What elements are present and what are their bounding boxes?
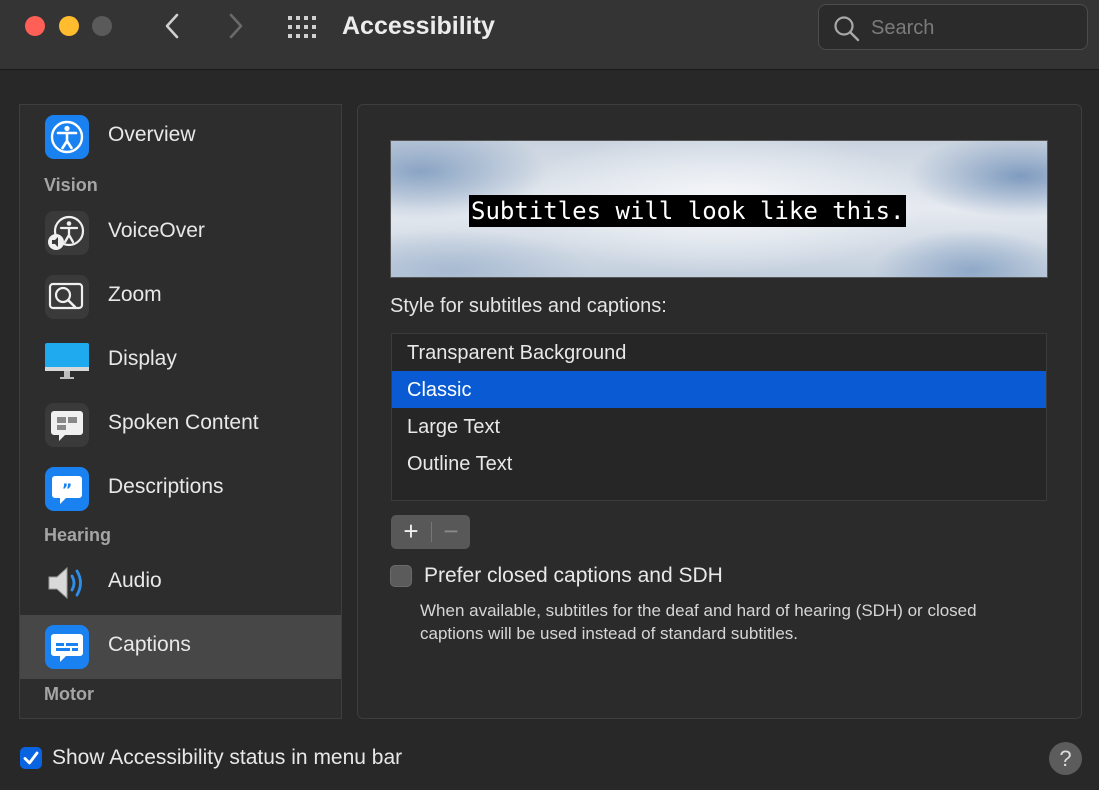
prefer-sdh-description: When available, subtitles for the deaf a… bbox=[420, 601, 977, 643]
sidebar-section-motor: Motor bbox=[44, 684, 94, 704]
zoom-window-button[interactable] bbox=[92, 16, 112, 36]
prefer-sdh-label[interactable]: Prefer closed captions and SDH bbox=[424, 564, 723, 588]
zoom-icon bbox=[45, 275, 89, 319]
show-status-checkbox[interactable] bbox=[20, 747, 42, 769]
sidebar-item-audio[interactable]: Audio bbox=[20, 551, 341, 615]
search-placeholder: Search bbox=[871, 17, 935, 39]
spoken-content-icon bbox=[45, 403, 89, 447]
sidebar-section-vision: Vision bbox=[44, 175, 98, 195]
sidebar-item-label: VoiceOver bbox=[108, 219, 205, 242]
display-icon bbox=[45, 343, 89, 379]
style-list-label: Style for subtitles and captions: bbox=[390, 295, 667, 317]
sidebar-item-label: Captions bbox=[108, 633, 191, 656]
sidebar: Overview Vision VoiceOver Zoom Display S… bbox=[19, 104, 342, 719]
sidebar-item-voiceover[interactable]: VoiceOver bbox=[20, 201, 341, 265]
sidebar-item-overview[interactable]: Overview bbox=[20, 105, 341, 169]
show-status-label[interactable]: Show Accessibility status in menu bar bbox=[52, 746, 402, 770]
sidebar-item-display[interactable]: Display bbox=[20, 329, 341, 393]
descriptions-icon: ” bbox=[45, 467, 89, 511]
style-item-large-text[interactable]: Large Text bbox=[392, 408, 1046, 445]
help-button[interactable]: ? bbox=[1049, 742, 1082, 775]
sidebar-item-descriptions[interactable]: ” Descriptions bbox=[20, 457, 341, 521]
remove-style-button[interactable]: − bbox=[432, 515, 470, 549]
captions-icon bbox=[45, 625, 89, 669]
checkmark-icon bbox=[23, 751, 39, 765]
svg-text:”: ” bbox=[62, 480, 73, 499]
sidebar-item-label: Overview bbox=[108, 123, 196, 146]
window-title: Accessibility bbox=[342, 12, 495, 40]
sidebar-section-hearing: Hearing bbox=[44, 525, 112, 545]
title-bar: Accessibility Search bbox=[0, 0, 1099, 70]
sidebar-item-captions[interactable]: Captions bbox=[20, 615, 341, 679]
sidebar-item-spoken-content[interactable]: Spoken Content bbox=[20, 393, 341, 457]
minimize-window-button[interactable] bbox=[59, 16, 79, 36]
style-item-outline-text[interactable]: Outline Text bbox=[392, 445, 1046, 482]
sidebar-item-label: Display bbox=[108, 347, 177, 370]
add-style-button[interactable]: + bbox=[391, 515, 431, 549]
style-item-transparent-background[interactable]: Transparent Background bbox=[392, 334, 1046, 371]
style-list: Transparent Background Classic Large Tex… bbox=[391, 333, 1047, 501]
subtitle-preview-text: Subtitles will look like this. bbox=[469, 195, 907, 227]
show-all-grid-icon[interactable] bbox=[286, 15, 318, 39]
forward-chevron-icon[interactable] bbox=[220, 10, 250, 42]
sidebar-item-label: Zoom bbox=[108, 283, 162, 306]
search-field[interactable]: Search bbox=[818, 4, 1088, 50]
add-remove-control: + − bbox=[391, 515, 470, 549]
style-item-label: Large Text bbox=[407, 416, 501, 438]
accessibility-person-icon bbox=[45, 115, 89, 159]
close-window-button[interactable] bbox=[25, 16, 45, 36]
subtitle-preview: Subtitles will look like this. bbox=[390, 140, 1048, 278]
search-icon bbox=[834, 16, 860, 42]
prefer-sdh-checkbox[interactable] bbox=[390, 565, 412, 587]
speaker-icon bbox=[48, 566, 82, 600]
voiceover-icon bbox=[45, 211, 89, 255]
sidebar-item-label: Descriptions bbox=[108, 475, 224, 498]
sidebar-item-label: Audio bbox=[108, 569, 162, 592]
style-item-label: Transparent Background bbox=[407, 342, 627, 364]
style-item-classic[interactable]: Classic bbox=[392, 371, 1046, 408]
sidebar-item-label: Spoken Content bbox=[108, 411, 259, 434]
sidebar-item-zoom[interactable]: Zoom bbox=[20, 265, 341, 329]
back-chevron-icon[interactable] bbox=[158, 10, 188, 42]
style-item-label: Outline Text bbox=[407, 453, 513, 475]
style-item-label: Classic bbox=[407, 379, 472, 401]
